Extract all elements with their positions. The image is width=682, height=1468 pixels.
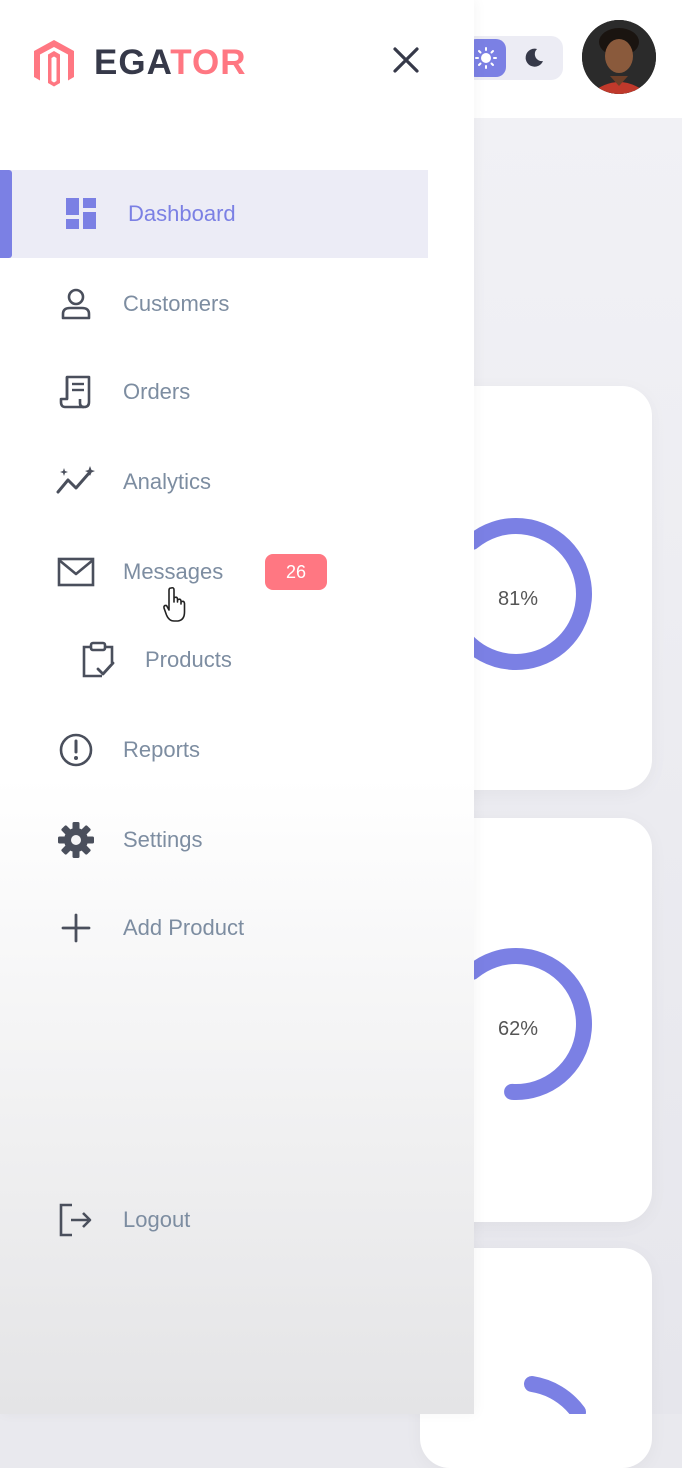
sidebar-item-label: Products: [145, 647, 232, 672]
close-button[interactable]: [386, 40, 426, 80]
sidebar: EGATOR Dashboard Customers Orders Analyt…: [0, 0, 474, 1414]
sidebar-item-settings[interactable]: Settings: [0, 796, 428, 884]
clipboard-check-icon: [78, 640, 118, 680]
logo-text: EGATOR: [94, 43, 247, 82]
sidebar-item-label: Add Product: [123, 915, 245, 940]
sidebar-item-label: Logout: [123, 1207, 191, 1232]
mail-icon: [56, 552, 96, 592]
sidebar-item-dashboard[interactable]: Dashboard: [0, 170, 428, 258]
sidebar-item-label: Analytics: [123, 469, 212, 494]
sidebar-item-label: Dashboard: [128, 201, 236, 226]
logout-button[interactable]: Logout: [0, 1176, 428, 1264]
sidebar-item-products[interactable]: Products: [0, 616, 428, 704]
sidebar-item-customers[interactable]: Customers: [0, 260, 428, 348]
message-count-badge: 26: [265, 554, 327, 590]
sidebar-item-label: Messages: [123, 559, 224, 584]
gear-icon: [56, 820, 96, 860]
logo[interactable]: EGATOR: [28, 36, 247, 90]
sidebar-item-label: Reports: [123, 737, 201, 762]
sidebar-item-label: Settings: [123, 827, 203, 852]
close-icon: [393, 47, 419, 73]
logout-icon: [56, 1200, 96, 1240]
dashboard-icon: [62, 194, 102, 234]
hand-cursor-icon: [163, 586, 186, 622]
plus-icon: [56, 908, 96, 948]
alert-circle-icon: [56, 730, 96, 770]
sidebar-item-add-product[interactable]: Add Product: [0, 884, 428, 972]
percent-label: 81%: [497, 588, 539, 610]
person-icon: [56, 284, 96, 324]
sidebar-item-analytics[interactable]: Analytics: [0, 438, 428, 526]
progress-ring: [524, 1376, 586, 1414]
receipt-icon: [56, 372, 96, 412]
sidebar-item-orders[interactable]: Orders: [0, 348, 428, 436]
sidebar-item-label: Customers: [123, 291, 230, 316]
sidebar-item-messages[interactable]: Messages 26: [0, 528, 428, 616]
percent-label: 62%: [497, 1018, 539, 1040]
logo-icon: [34, 40, 74, 87]
analytics-icon: [56, 462, 96, 502]
sidebar-item-reports[interactable]: Reports: [0, 706, 428, 794]
sidebar-item-label: Orders: [123, 379, 191, 404]
